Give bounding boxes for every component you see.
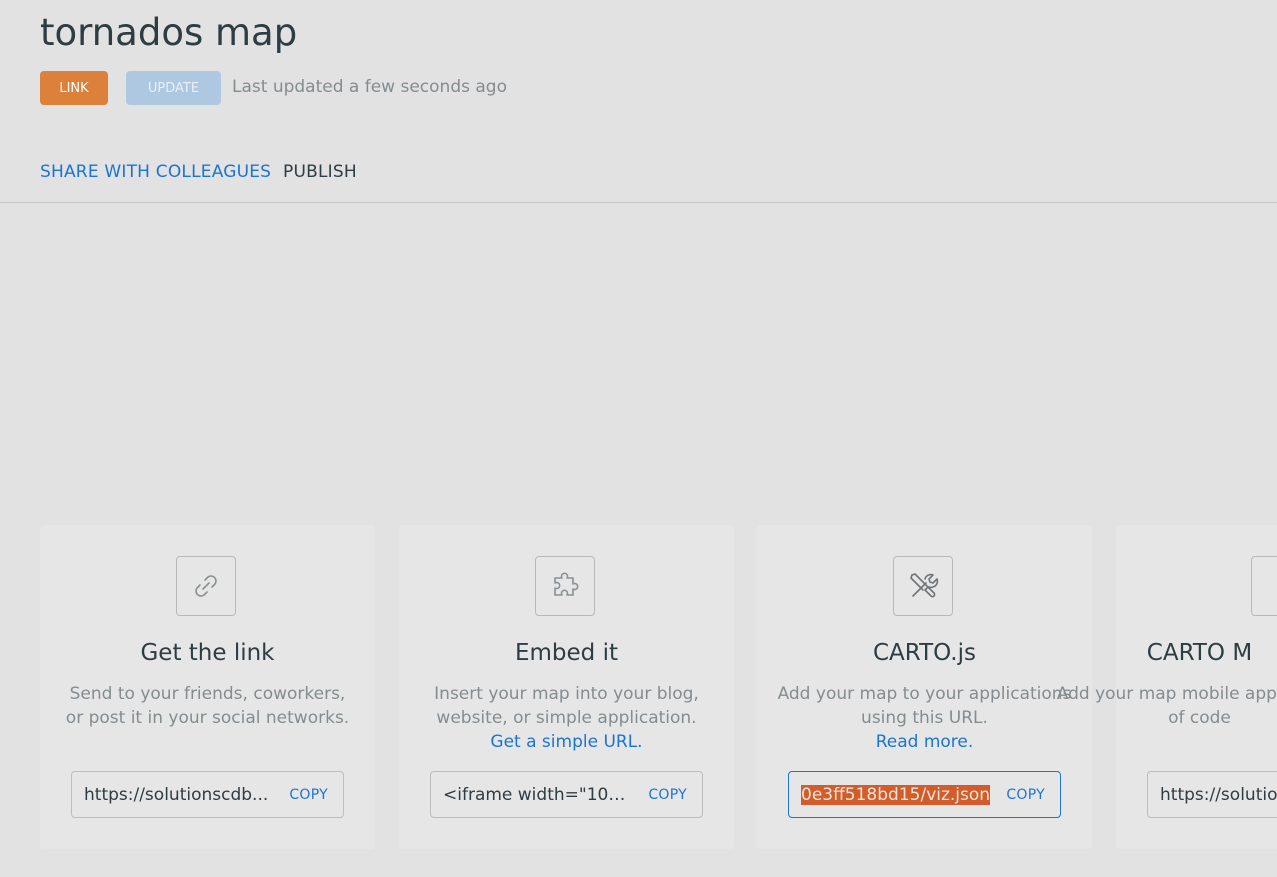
card-carto-mobile: CARTO M Add your map mobile applica line… — [1057, 525, 1277, 849]
card-embed: Embed it Insert your map into your blog,… — [399, 525, 734, 849]
read-more-link[interactable]: Read more. — [777, 730, 1072, 754]
tabs-divider — [0, 202, 1277, 203]
card-title: CARTO M — [1146, 640, 1253, 666]
tab-publish[interactable]: PUBLISH — [283, 160, 357, 184]
copy-link-button[interactable]: COPY — [289, 786, 328, 804]
last-updated-text: Last updated a few seconds ago — [232, 77, 507, 97]
tools-icon — [893, 556, 953, 616]
card-description: Send to your friends, coworkers, or post… — [60, 682, 355, 730]
card-title: Embed it — [514, 640, 618, 666]
mobile-url-value[interactable]: https://solutio — [1160, 783, 1277, 807]
card-title: Get the link — [140, 640, 275, 666]
card-description: Add your map mobile applica line of code — [1052, 682, 1277, 730]
selected-text[interactable]: 0e3ff518bd15/viz.json — [801, 785, 991, 805]
page-title: tornados map — [40, 11, 298, 54]
link-button[interactable]: LINK — [40, 71, 108, 105]
card-description: Add your map to your applications using … — [777, 682, 1072, 754]
share-link-value[interactable]: https://solutionscdb... — [84, 783, 274, 807]
update-button[interactable]: UPDATE — [126, 71, 221, 105]
copy-embed-button[interactable]: COPY — [648, 786, 687, 804]
card-get-link: Get the link Send to your friends, cowor… — [40, 525, 375, 849]
mobile-url-field[interactable]: https://solutio — [1147, 771, 1277, 818]
puzzle-icon — [535, 556, 595, 616]
card-description-text: Send to your friends, coworkers, or post… — [65, 684, 350, 728]
copy-vizjson-button[interactable]: COPY — [1006, 786, 1045, 804]
get-simple-url-link[interactable]: Get a simple URL. — [419, 730, 714, 754]
card-description-text: Add your map mobile applica line of code — [1056, 684, 1277, 728]
link-icon — [176, 556, 236, 616]
card-cartojs: CARTO.js Add your map to your applicatio… — [757, 525, 1092, 849]
embed-code-field[interactable]: <iframe width="100... COPY — [430, 771, 703, 818]
share-link-field[interactable]: https://solutionscdb... COPY — [71, 771, 344, 818]
card-description-text: Insert your map into your blog, website,… — [434, 684, 699, 728]
mobile-icon — [1251, 556, 1277, 616]
card-description: Insert your map into your blog, website,… — [419, 682, 714, 754]
vizjson-url-value[interactable]: 0e3ff518bd15/viz.json — [801, 783, 991, 807]
publish-page: tornados map LINK UPDATE Last updated a … — [0, 0, 1277, 877]
card-description-text: Add your map to your applications using … — [777, 684, 1072, 728]
tab-share-with-colleagues[interactable]: SHARE WITH COLLEAGUES — [40, 160, 271, 184]
vizjson-url-field[interactable]: 0e3ff518bd15/viz.json COPY — [788, 771, 1061, 818]
embed-code-value[interactable]: <iframe width="100... — [443, 783, 633, 807]
